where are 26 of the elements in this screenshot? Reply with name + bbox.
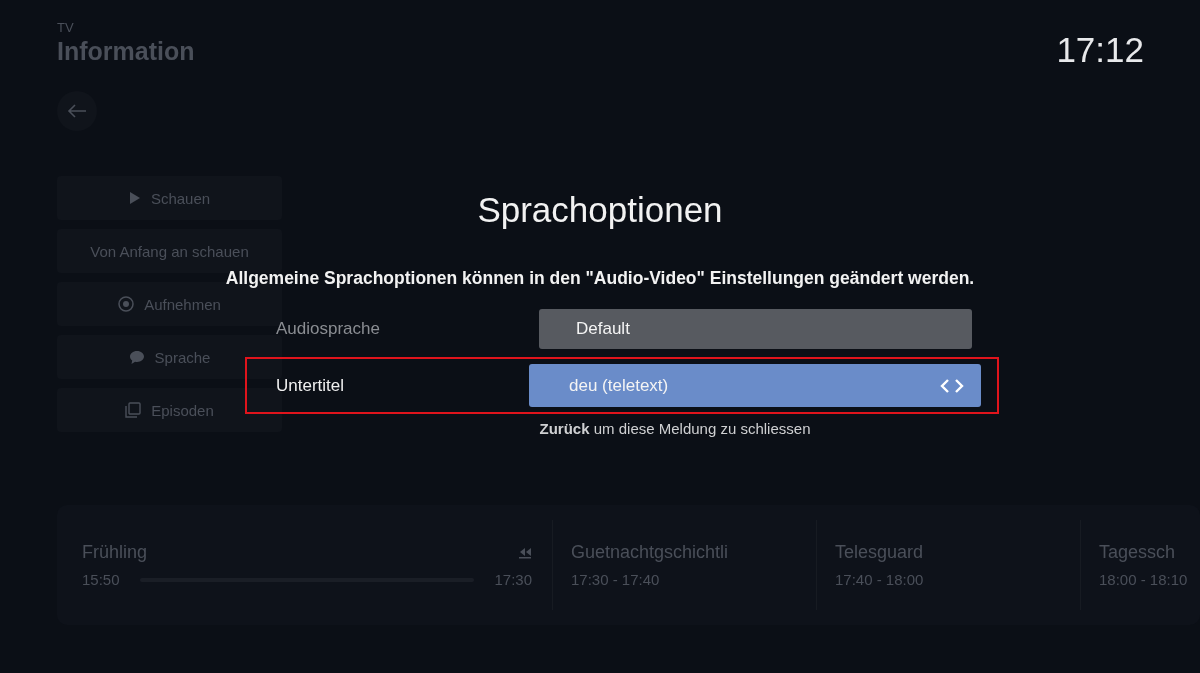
option-selector[interactable]: deu (teletext) <box>529 364 981 407</box>
program-time: 17:30 - 17:40 <box>571 571 661 588</box>
stack-icon <box>125 402 142 418</box>
close-hint: Zurück um diese Meldung zu schliessen <box>539 420 811 437</box>
page-title: Information <box>57 37 195 66</box>
end-time: 17:30 <box>494 571 532 588</box>
section-label: TV <box>57 20 74 35</box>
program-time: 17:40 - 18:00 <box>835 571 925 588</box>
program-name: Frühling <box>82 542 148 563</box>
clock: 17:12 <box>1056 30 1144 70</box>
program-time: 18:00 - 18:10 <box>1099 571 1189 588</box>
left-right-arrows-icon <box>939 377 965 394</box>
back-button[interactable] <box>57 91 97 131</box>
speech-bubble-icon <box>128 349 145 365</box>
record-icon <box>118 296 135 312</box>
program-name: Tagessch <box>1099 542 1176 563</box>
sidebar-button[interactable]: Schauen <box>57 176 282 220</box>
play-icon <box>128 191 141 205</box>
rewind-icon <box>518 546 532 559</box>
back-arrow-icon <box>67 104 87 118</box>
option-selector[interactable]: Default <box>539 309 972 349</box>
start-time: 15:50 <box>82 571 120 588</box>
program-name: Guetnachtgschichtli <box>571 542 729 563</box>
dialog-title: Sprachoptionen <box>477 190 723 230</box>
sidebar-button[interactable]: Sprache <box>57 335 282 379</box>
program-name: Telesguard <box>835 542 924 563</box>
